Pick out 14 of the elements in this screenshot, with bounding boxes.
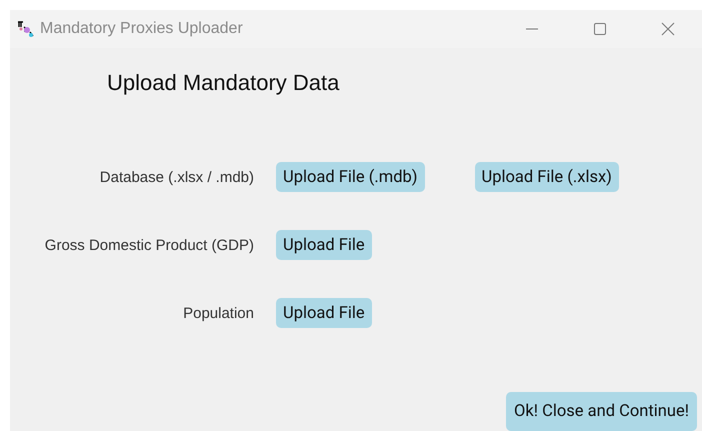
field-label: Population: [182, 304, 254, 322]
field-label: Database (.xlsx / .mdb): [98, 168, 254, 186]
upload-button[interactable]: Upload File (.mdb): [276, 162, 425, 192]
upload-button[interactable]: Upload File: [276, 230, 372, 260]
window-title: Mandatory Proxies Uploader: [40, 20, 244, 38]
field-label: Gross Domestic Product (GDP): [44, 236, 254, 254]
minimize-icon: [525, 28, 539, 30]
app-logo-icon: [17, 20, 35, 38]
section-heading: Upload Mandatory Data: [107, 70, 340, 96]
upload-button[interactable]: Upload File (.xlsx): [474, 162, 619, 192]
maximize-icon: [593, 22, 607, 36]
upload-button[interactable]: Upload File: [276, 298, 372, 328]
close-icon: [661, 22, 675, 36]
continue-button[interactable]: Ok! Close and Continue!: [506, 392, 697, 431]
